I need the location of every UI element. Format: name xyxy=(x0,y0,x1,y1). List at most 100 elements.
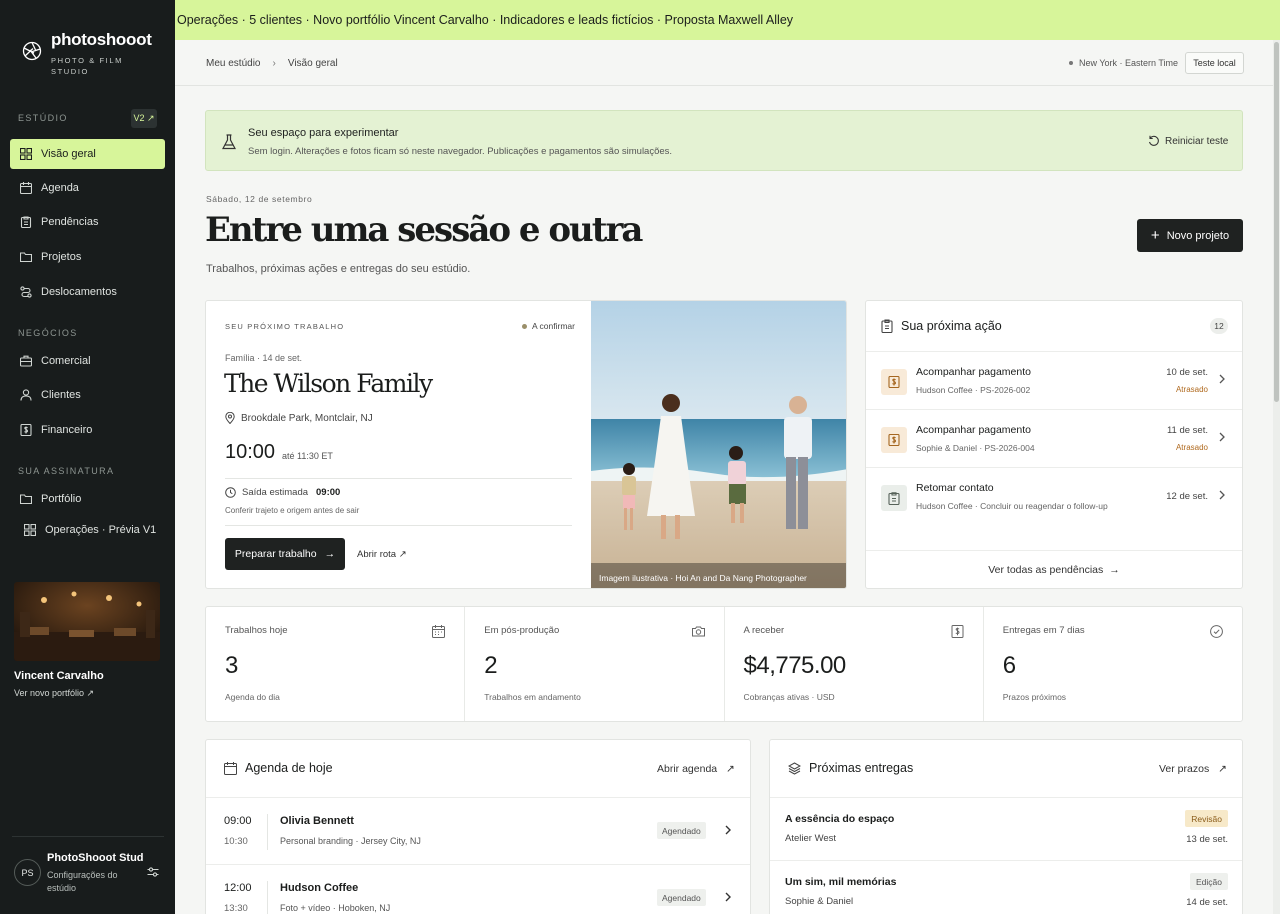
portfolio-name: Vincent Carvalho xyxy=(14,670,104,682)
job-location: Brookdale Park, Montclair, NJ xyxy=(225,412,373,424)
open-agenda-link[interactable]: Abrir agenda ↗ xyxy=(657,763,735,775)
current-date: Sábado, 12 de setembro xyxy=(206,194,313,204)
section-label-studio: ESTÚDIO xyxy=(18,113,68,123)
portfolio-link[interactable]: Ver novo portfólio ↗ xyxy=(14,688,94,699)
overdue-label: Atrasado xyxy=(1175,385,1208,394)
chevron-right-icon: › xyxy=(272,58,276,69)
folder-icon xyxy=(20,494,32,505)
stat-label: Em pós-produção xyxy=(484,625,560,636)
sandbox-description: Sem login. Alterações e fotos ficam só n… xyxy=(248,146,673,157)
delivery-date: 13 de set. xyxy=(1186,834,1228,845)
list-item[interactable]: Retomar contato Hudson Coffee · Concluir… xyxy=(866,467,1242,525)
stat-post-production[interactable]: Em pós-produção 2 Trabalhos em andamento xyxy=(465,607,725,721)
grid-icon xyxy=(20,148,32,160)
arrow-right-icon: → xyxy=(324,548,336,560)
prepare-job-button[interactable]: Preparar trabalho → xyxy=(225,538,345,570)
sidebar-item-overview[interactable]: Visão geral xyxy=(10,139,165,169)
route-icon xyxy=(20,286,32,298)
see-deadlines-link[interactable]: Ver prazos ↗ xyxy=(1159,763,1227,775)
sidebar-item-portfolio[interactable]: Portfólio xyxy=(10,484,165,514)
sidebar-item-pending[interactable]: Pendências xyxy=(10,207,165,237)
sidebar-item-travel[interactable]: Deslocamentos xyxy=(10,277,165,307)
sidebar-item-label: Operações · Prévia V1 xyxy=(45,524,157,536)
start-time: 12:00 xyxy=(224,882,252,894)
sidebar-item-agenda[interactable]: Agenda xyxy=(10,173,165,203)
breadcrumb: Meu estúdio › Visão geral xyxy=(206,58,338,69)
stats-strip: Trabalhos hoje 3 Agenda do dia Em pós-pr… xyxy=(205,606,1243,722)
delivery-name: Um sim, mil memórias xyxy=(785,876,897,888)
status-badge: Edição xyxy=(1190,873,1228,890)
sidebar-item-label: Pendências xyxy=(41,216,99,228)
sandbox-notice: Seu espaço para experimentar Sem login. … xyxy=(205,110,1243,171)
clipboard-icon xyxy=(881,319,893,333)
next-action-title: Sua próxima ação xyxy=(901,319,1002,333)
sidebar-item-operations-preview[interactable]: Operações · Prévia V1 xyxy=(24,524,156,536)
page-header: Meu estúdio › Visão geral New York · Eas… xyxy=(175,40,1273,86)
clock-icon xyxy=(225,487,236,498)
version-badge[interactable]: V2 ↗ xyxy=(131,109,157,128)
check-circle-icon xyxy=(1210,625,1223,638)
status-label: A confirmar xyxy=(532,321,575,331)
studio-settings-link[interactable]: Configurações do estúdio xyxy=(47,869,127,895)
studio-name[interactable]: PhotoShooot Stud... xyxy=(47,852,143,864)
list-item[interactable]: Acompanhar pagamento Hudson Coffee · PS-… xyxy=(866,351,1242,409)
next-action-card: Sua próxima ação 12 Acompanhar pagamento… xyxy=(865,300,1243,589)
status-badge: Agendado xyxy=(657,822,706,839)
table-row[interactable]: 09:00 10:30 Olivia Bennett Personal bran… xyxy=(206,797,750,864)
camera-icon xyxy=(691,626,705,637)
dot-icon xyxy=(1069,61,1073,65)
list-item[interactable]: Um sim, mil memórias Sophie & Daniel Edi… xyxy=(770,860,1242,914)
grid-icon xyxy=(24,524,36,536)
demo-banner: Operações · 5 clientes · Novo portfólio … xyxy=(175,0,1280,40)
departure-note: Conferir trajeto e origem antes de sair xyxy=(225,506,360,515)
dollar-icon xyxy=(20,424,32,436)
list-item[interactable]: A essência do espaço Atelier West Revisã… xyxy=(770,797,1242,860)
stat-label: A receber xyxy=(743,625,785,636)
new-project-button[interactable]: + Novo projeto xyxy=(1137,219,1243,252)
restaurant-image xyxy=(14,582,160,661)
end-time: 13:30 xyxy=(224,903,248,914)
sidebar-item-label: Projetos xyxy=(41,251,82,263)
avatar[interactable]: PS xyxy=(14,859,41,886)
sidebar-item-commercial[interactable]: Comercial xyxy=(10,346,165,376)
scrollbar-thumb[interactable] xyxy=(1274,42,1279,402)
stat-receivable[interactable]: A receber $4,775.00 Cobranças ativas · U… xyxy=(725,607,984,721)
stat-deliveries[interactable]: Entregas em 7 dias 6 Prazos próximos xyxy=(984,607,1242,721)
breadcrumb-root[interactable]: Meu estúdio xyxy=(206,58,260,69)
departure-time: 09:00 xyxy=(316,487,341,498)
pending-count-badge: 12 xyxy=(1210,318,1228,334)
sidebar-item-label: Comercial xyxy=(41,355,91,367)
brand-logo[interactable]: photoshooot PHOTO & FILM STUDIO xyxy=(22,30,152,77)
local-test-button[interactable]: Teste local xyxy=(1185,52,1244,74)
stat-subtitle: Cobranças ativas · USD xyxy=(743,692,835,702)
sidebar-item-label: Financeiro xyxy=(41,424,93,436)
sidebar-item-projects[interactable]: Projetos xyxy=(10,242,165,272)
stat-jobs-today[interactable]: Trabalhos hoje 3 Agenda do dia xyxy=(206,607,466,721)
session-info: Foto + vídeo · Hoboken, NJ xyxy=(280,903,391,913)
sidebar-item-finance[interactable]: Financeiro xyxy=(10,415,165,445)
flask-icon xyxy=(222,134,236,150)
clipboard-icon xyxy=(881,485,907,511)
see-all-label: Ver todas as pendências xyxy=(988,564,1104,576)
table-row[interactable]: 12:00 13:30 Hudson Coffee Foto + vídeo ·… xyxy=(206,864,750,914)
calendar-icon xyxy=(20,182,32,194)
status-badge: Agendado xyxy=(657,889,706,906)
departure-info: Saída estimada 09:00 xyxy=(225,487,340,498)
job-end-time: até 11:30 ET xyxy=(282,451,333,461)
divider xyxy=(267,881,268,914)
portfolio-thumbnail[interactable] xyxy=(14,582,160,661)
list-item[interactable]: Acompanhar pagamento Sophie & Daniel · P… xyxy=(866,409,1242,467)
sidebar-item-clients[interactable]: Clientes xyxy=(10,380,165,410)
open-route-link[interactable]: Abrir rota ↗ xyxy=(357,549,407,560)
action-subtitle: Hudson Coffee · Concluir ou reagendar o … xyxy=(916,501,1108,511)
next-job-card: SEU PRÓXIMO TRABALHO A confirmar Família… xyxy=(205,300,847,589)
reset-test-button[interactable]: Reiniciar teste xyxy=(1148,135,1228,147)
stat-value: 2 xyxy=(484,652,498,679)
see-all-pending-link[interactable]: Ver todas as pendências → xyxy=(866,550,1242,589)
dollar-icon xyxy=(881,427,907,453)
stat-value: $4,775.00 xyxy=(743,652,847,679)
action-subtitle: Hudson Coffee · PS-2026-002 xyxy=(916,385,1031,395)
page-subtitle: Trabalhos, próximas ações e entregas do … xyxy=(206,263,471,275)
sliders-icon[interactable] xyxy=(147,866,159,878)
client-name: Olivia Bennett xyxy=(280,815,354,827)
